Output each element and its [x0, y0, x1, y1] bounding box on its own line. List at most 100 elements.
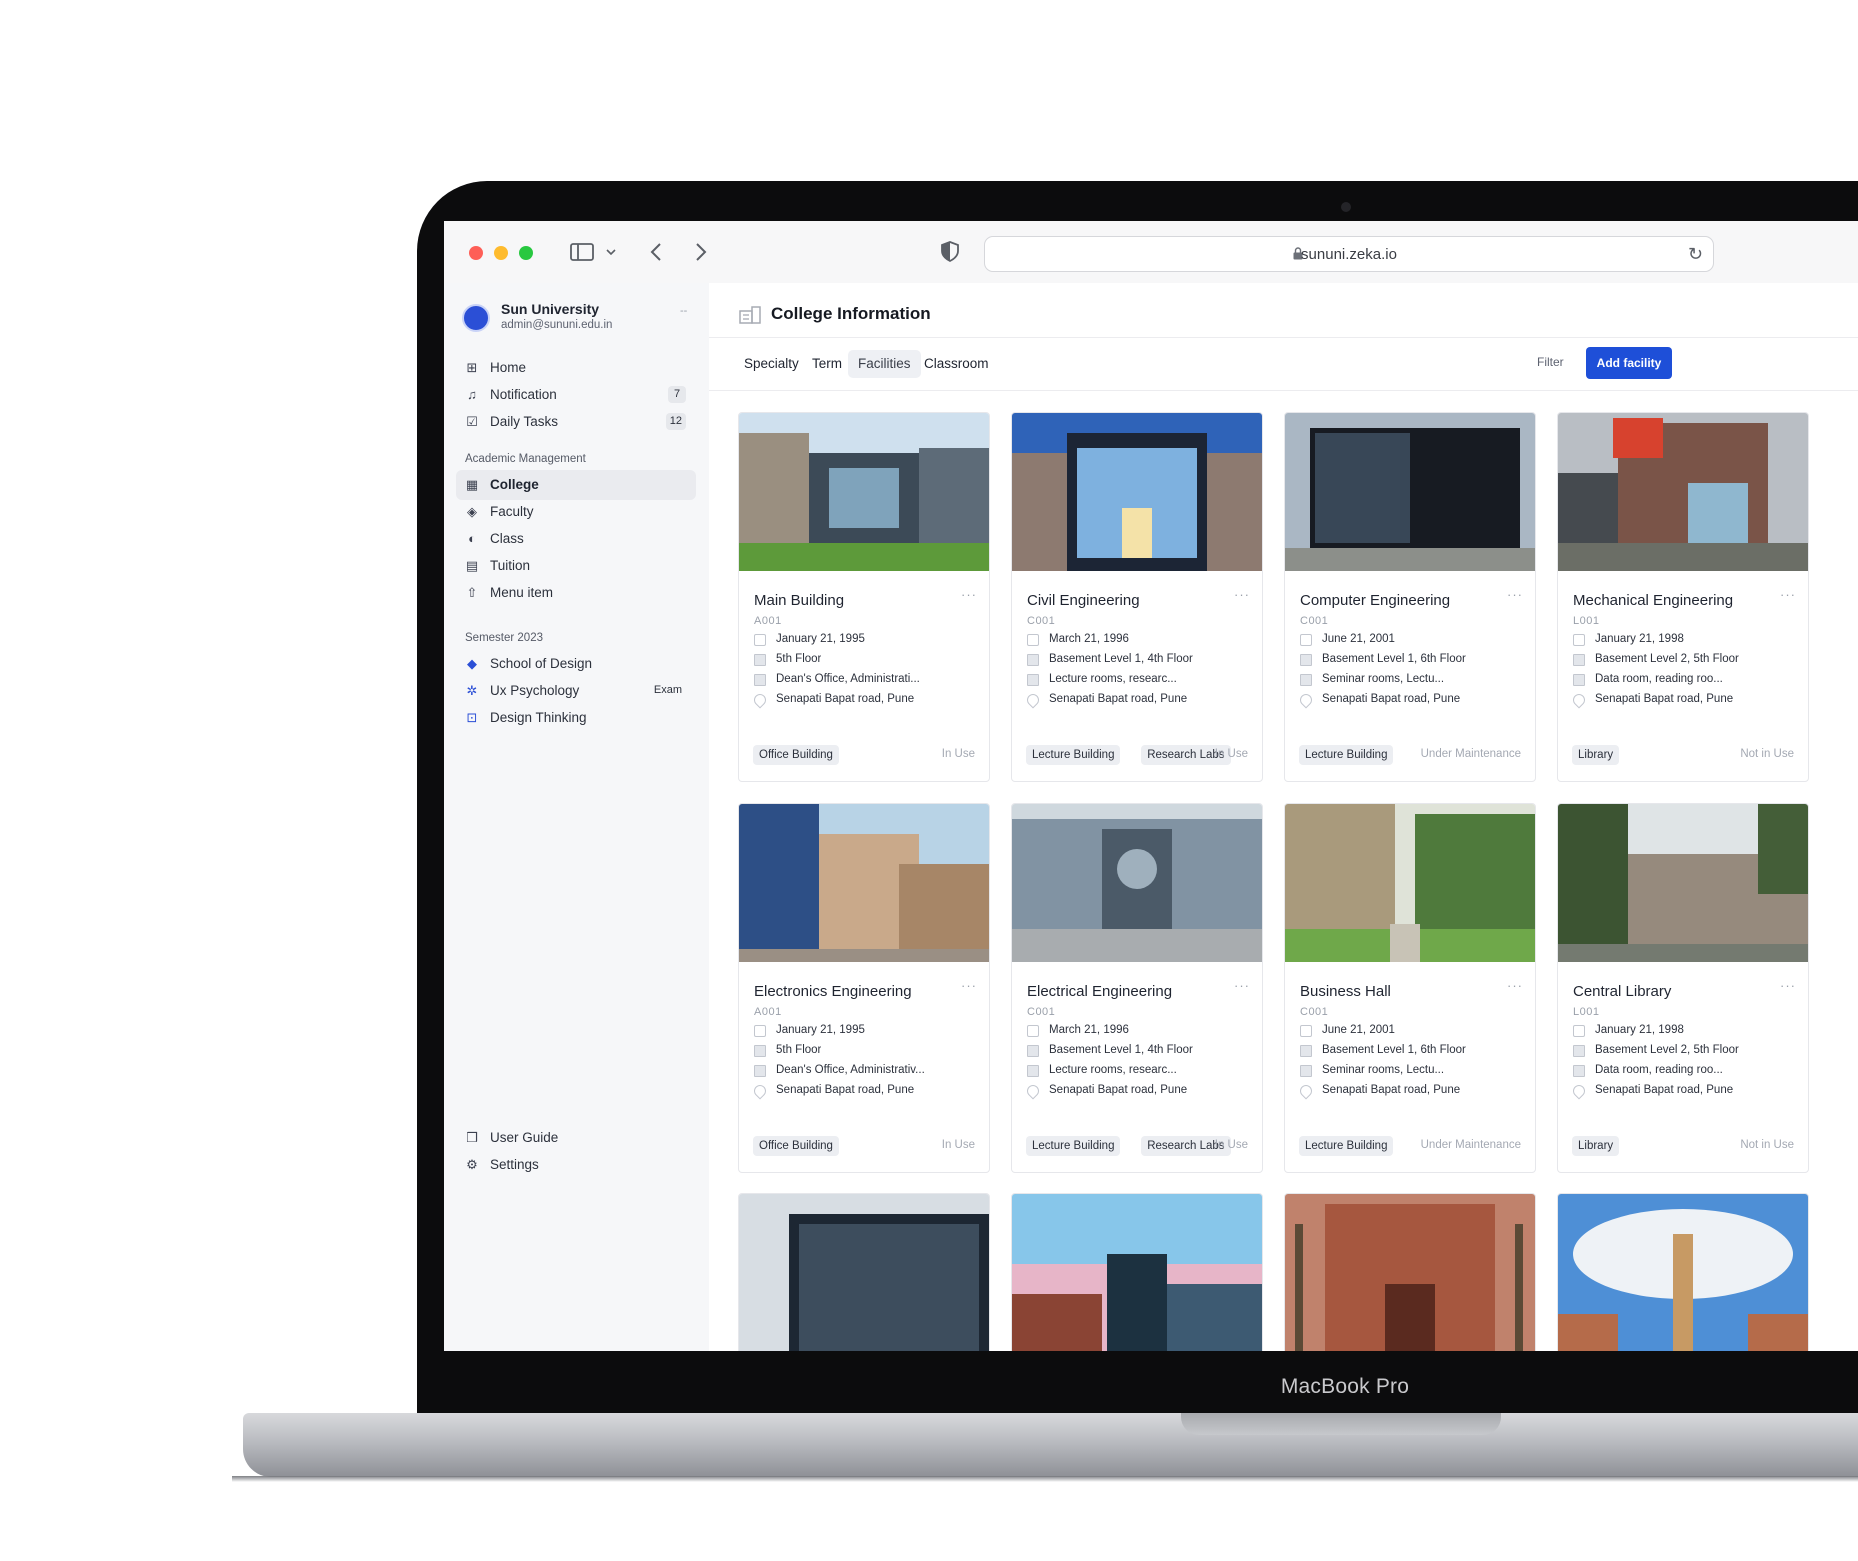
filter-button[interactable]: Filter: [1537, 355, 1564, 369]
facility-card[interactable]: Electrical Engineering C001 ··· March 21, 1…: [1011, 803, 1263, 1173]
facility-card[interactable]: Business Hall C001 ··· June 21, 2001 Basemen…: [1284, 803, 1536, 1173]
facility-photo: [1558, 413, 1808, 571]
more-options-icon[interactable]: ···: [1507, 587, 1523, 602]
facility-photo: [1285, 413, 1535, 571]
tab-facilities[interactable]: Facilities: [848, 350, 921, 378]
rooms-info: Lecture rooms, researc...: [1027, 1064, 1252, 1080]
facility-code: A001: [754, 1006, 782, 1018]
sidebar-item-settings[interactable]: ⚙ Settings: [456, 1150, 696, 1180]
rooms-info-text: Data room, reading roo...: [1595, 673, 1723, 685]
address-info: Senapati Bapat road, Pune: [751, 1082, 979, 1100]
more-options-icon[interactable]: ···: [1780, 587, 1796, 602]
address-info-text: Senapati Bapat road, Pune: [1049, 1084, 1188, 1096]
more-options-icon[interactable]: ···: [961, 978, 977, 993]
facility-card[interactable]: Electronics Engineering A001 ··· January 21…: [738, 803, 990, 1173]
facility-card-partial[interactable]: [1557, 1193, 1809, 1351]
sidebar-item-college[interactable]: ▦ College: [456, 470, 696, 500]
exam-badge: Exam: [653, 684, 682, 696]
sidebar-item-school-of-design[interactable]: ◆ School of Design: [456, 649, 696, 679]
facility-title: Central Library: [1573, 983, 1672, 1000]
sidebar-item-user-guide[interactable]: ❒ User Guide: [456, 1123, 696, 1153]
floor-info-text: Basement Level 1, 4th Floor: [1049, 1044, 1193, 1056]
facility-card[interactable]: Civil Engineering C001 ··· March 21, 1996 Ba…: [1011, 412, 1263, 782]
status-label: In Use: [1214, 748, 1248, 760]
facility-card[interactable]: Central Library L001 ··· January 21, 1998 Ba…: [1557, 803, 1809, 1173]
calendar-icon: [1300, 1025, 1312, 1037]
address-info-text: Senapati Bapat road, Pune: [776, 1084, 915, 1096]
facility-card[interactable]: Main Building A001 ··· January 21, 1995 5th …: [738, 412, 990, 782]
bell-icon: ♫: [467, 387, 477, 402]
close-window-button[interactable]: [469, 246, 483, 260]
address-info: Senapati Bapat road, Pune: [1570, 691, 1798, 709]
facility-card-partial[interactable]: [1011, 1193, 1263, 1351]
screen: sununi.zeka.io ↻ Sun University admin@su…: [444, 221, 1858, 1351]
floor-info: Basement Level 1, 4th Floor: [1027, 1044, 1252, 1060]
location-pin-icon: [751, 691, 769, 709]
laptop-base: [243, 1413, 1858, 1477]
facility-photo: [1012, 804, 1262, 962]
tab-specialty[interactable]: Specialty: [734, 350, 809, 378]
sidebar-item-daily-tasks[interactable]: ☑ Daily Tasks 12: [456, 407, 696, 437]
more-options-icon[interactable]: ···: [1234, 587, 1250, 602]
rooms-info: Seminar rooms, Lectu...: [1300, 673, 1525, 689]
location-pin-icon: [1297, 1082, 1315, 1100]
sidebar-item-label: Tuition: [490, 558, 531, 573]
more-options-icon[interactable]: ···: [1507, 978, 1523, 993]
reload-icon[interactable]: ↻: [1688, 244, 1703, 265]
floor-info: Basement Level 1, 6th Floor: [1300, 1044, 1525, 1060]
add-facility-button[interactable]: Add facility: [1586, 347, 1672, 379]
facility-photo: [1012, 1194, 1262, 1351]
address-info-text: Senapati Bapat road, Pune: [1595, 693, 1734, 705]
tab-term[interactable]: Term: [802, 350, 852, 378]
section-label-semester: Semester 2023: [465, 632, 543, 644]
rooms-info-text: Seminar rooms, Lectu...: [1322, 1064, 1445, 1076]
chevron-down-icon[interactable]: [606, 249, 616, 257]
checkbox-icon: ☑: [466, 414, 478, 429]
grid-icon: ⊞: [466, 360, 478, 375]
address-bar[interactable]: sununi.zeka.io ↻: [984, 236, 1714, 272]
fullscreen-window-button[interactable]: [519, 246, 533, 260]
back-arrow-icon[interactable]: [650, 243, 662, 261]
location-pin-icon: [1570, 1082, 1588, 1100]
established-date-text: March 21, 1996: [1049, 1024, 1129, 1036]
tab-classroom[interactable]: Classroom: [914, 350, 999, 378]
location-pin-icon: [1297, 691, 1315, 709]
facility-card-partial[interactable]: [1284, 1193, 1536, 1351]
door-icon: [1300, 674, 1312, 686]
sidebar-item-design-thinking[interactable]: ⊡ Design Thinking: [456, 703, 696, 733]
address-info: Senapati Bapat road, Pune: [1570, 1082, 1798, 1100]
org-switcher-icon[interactable]: --: [680, 305, 687, 317]
facility-card[interactable]: Computer Engineering C001 ··· June 21, 2001…: [1284, 412, 1536, 782]
established-date: January 21, 1995: [754, 1024, 979, 1040]
minimize-window-button[interactable]: [494, 246, 508, 260]
laptop-base-shadow: [232, 1476, 1858, 1482]
facility-photo: [739, 804, 989, 962]
sidebar-item-faculty[interactable]: ◈ Faculty: [456, 497, 696, 527]
sidebar-item-home[interactable]: ⊞ Home: [456, 353, 696, 383]
location-pin-icon: [751, 1082, 769, 1100]
sidebar-item-label: Ux Psychology: [490, 683, 580, 698]
more-options-icon[interactable]: ···: [1234, 978, 1250, 993]
sidebar-toggle-icon[interactable]: [570, 243, 594, 261]
sidebar-item-class[interactable]: ◐ Class: [456, 524, 696, 554]
more-options-icon[interactable]: ···: [961, 587, 977, 602]
building-icon: [1573, 654, 1585, 666]
sidebar-item-label: Faculty: [490, 504, 534, 519]
status-label: Under Maintenance: [1420, 748, 1521, 760]
sidebar-item-ux-psychology[interactable]: ✲ Ux Psychology Exam: [456, 676, 696, 706]
sidebar-item-label: Menu item: [490, 585, 554, 600]
rooms-info: Data room, reading roo...: [1573, 1064, 1798, 1080]
address-info-text: Senapati Bapat road, Pune: [1595, 1084, 1734, 1096]
building-icon: ▦: [465, 477, 479, 492]
facility-card[interactable]: Mechanical Engineering L001 ··· January 21,…: [1557, 412, 1809, 782]
more-options-icon[interactable]: ···: [1780, 978, 1796, 993]
facility-card-partial[interactable]: [738, 1193, 990, 1351]
sidebar-item-menu-item[interactable]: ⇧ Menu item: [456, 578, 696, 608]
shield-icon[interactable]: [941, 241, 959, 262]
facility-title: Business Hall: [1300, 983, 1391, 1000]
forward-arrow-icon[interactable]: [695, 243, 707, 261]
rooms-info-text: Lecture rooms, researc...: [1049, 1064, 1177, 1076]
sidebar-item-tuition[interactable]: ▤ Tuition: [456, 551, 696, 581]
building-icon: [754, 1045, 766, 1057]
sidebar-item-notification[interactable]: ♫ Notification 7: [456, 380, 696, 410]
